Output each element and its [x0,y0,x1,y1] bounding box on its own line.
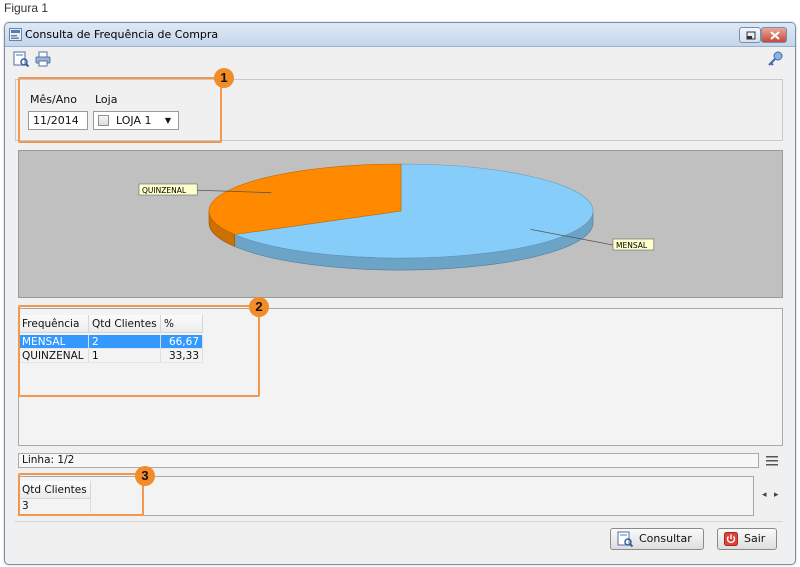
table-cell-pct[interactable]: 66,67 [161,335,203,349]
key-icon[interactable] [767,51,783,67]
status-bar: Linha: 1/2 [18,453,759,468]
loja-value: LOJA 1 [116,114,152,127]
consultar-label: Consultar [639,532,692,545]
pie-label-quinzenal: QUINZENAL [142,186,187,195]
annotation-badge-2: 2 [249,297,269,317]
consultar-button[interactable]: Consultar [610,528,704,550]
close-button[interactable] [761,27,787,43]
table-cell-freq[interactable]: QUINZENAL [19,349,89,363]
minimize-icon [746,31,756,40]
sair-button[interactable]: Sair [717,528,777,550]
toolbar [5,48,795,74]
table-cell-pct[interactable]: 33,33 [161,349,203,363]
table-header-percent[interactable]: % [161,315,203,333]
pie-chart: MENSAL QUINZENAL [138,163,655,271]
scroll-left-icon[interactable]: ◂ [762,490,767,500]
chart-panel: MENSAL QUINZENAL [18,150,783,298]
sair-label: Sair [744,532,766,545]
window-title: Consulta de Frequência de Compra [25,28,219,41]
table-cell-qtd[interactable]: 1 [89,349,161,363]
pie-label-mensal: MENSAL [616,241,648,250]
figure-caption: Figura 1 [4,1,49,15]
loja-select[interactable]: LOJA 1 ▼ [93,111,179,130]
frequency-table: Frequência Qtd Clientes % MENSAL 2 66,67… [18,308,783,446]
close-icon [770,31,780,40]
loja-checkbox[interactable] [98,115,109,126]
table-cell-freq[interactable]: MENSAL [19,335,89,349]
annotation-badge-1: 1 [214,68,234,88]
summary-value[interactable]: 3 [19,499,91,513]
consultar-icon [617,531,633,547]
filter-panel [15,79,783,141]
title-bar: Consulta de Frequência de Compra [5,23,795,47]
mes-ano-input[interactable]: 11/2014 [28,111,88,130]
sair-power-icon [724,532,738,546]
table-cell-qtd[interactable]: 2 [89,335,161,349]
loja-label: Loja [95,93,118,106]
chevron-down-icon[interactable]: ▼ [160,113,176,128]
search-doc-icon[interactable] [13,51,29,67]
mes-ano-label: Mês/Ano [30,93,77,106]
summary-table: Qtd Clientes 3 [18,476,754,516]
minimize-button[interactable] [739,27,761,43]
print-icon[interactable] [35,51,51,67]
scroll-right-icon[interactable]: ▸ [774,490,779,500]
menu-lines-icon[interactable] [766,454,778,467]
table-header-qtd-clientes[interactable]: Qtd Clientes [89,315,161,333]
table-header-frequencia[interactable]: Frequência [19,315,89,333]
annotation-badge-3: 3 [135,466,155,486]
summary-header[interactable]: Qtd Clientes [19,481,91,499]
window-app-icon [9,28,22,41]
